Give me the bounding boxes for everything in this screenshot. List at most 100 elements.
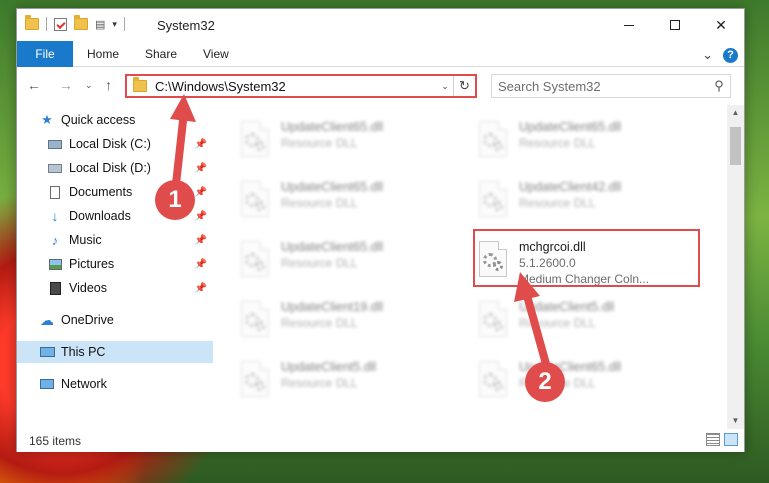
file-name: UpdateClient42.dll <box>519 180 622 194</box>
item-count: 165 items <box>29 434 82 448</box>
file-description: Resource DLL <box>281 256 358 270</box>
search-input[interactable]: Search System32 ⚲ <box>491 74 731 98</box>
dll-file-icon <box>475 299 509 341</box>
file-description: Resource DLL <box>519 196 596 210</box>
pin-icon[interactable]: 📌 <box>195 139 207 150</box>
file-description: Resource DLL <box>281 136 358 150</box>
tab-home[interactable]: Home <box>87 41 119 67</box>
list-item[interactable]: UpdateClient42.dll Resource DLL <box>475 179 705 229</box>
new-folder-icon[interactable] <box>74 15 88 30</box>
title-bar: ▤ ▾ System32 ✕ <box>17 9 744 41</box>
pin-icon[interactable]: 📌 <box>195 283 207 294</box>
sidebar-item-this-pc[interactable]: This PC <box>17 341 213 363</box>
sidebar-item-onedrive[interactable]: ☁ OneDrive <box>17 309 213 331</box>
list-item[interactable]: UpdateClient65.dllResource DLL <box>237 119 467 169</box>
maximize-button[interactable] <box>652 9 698 41</box>
sidebar-item-quick-access[interactable]: ★ Quick access <box>17 109 213 131</box>
file-name: UpdateClient65.dll <box>281 180 384 194</box>
sidebar-item-videos[interactable]: Videos 📌 <box>17 277 213 299</box>
sidebar-item-pictures[interactable]: Pictures 📌 <box>17 253 213 275</box>
list-item[interactable]: UpdateClient5.dll Resource DLL <box>475 299 705 349</box>
list-item[interactable]: UpdateClient65.dllResource DLL <box>475 119 705 169</box>
list-item[interactable]: UpdateClient65.dllResource DLL <box>475 359 705 409</box>
rename-icon[interactable]: ▤ <box>95 18 105 31</box>
dll-file-icon <box>475 119 509 161</box>
sidebar-item-label: Music <box>69 233 102 247</box>
documents-icon <box>47 185 63 199</box>
folder-icon[interactable] <box>25 15 39 30</box>
address-row: ← → ⌄ ↑ C:\Windows\System32 ⌄ ↻ Search S… <box>17 67 744 103</box>
sidebar-item-label: Downloads <box>69 209 131 223</box>
file-description: Resource DLL <box>281 196 358 210</box>
toolbar-separator <box>46 17 47 31</box>
sidebar-item-network[interactable]: Network <box>17 373 213 395</box>
vertical-scrollbar[interactable]: ▲ ▼ <box>727 105 744 429</box>
file-name: UpdateClient5.dll <box>519 300 615 314</box>
scrollbar-thumb[interactable] <box>730 127 741 165</box>
sidebar-item-label: OneDrive <box>61 313 114 327</box>
download-icon: ↓ <box>51 208 59 224</box>
dll-file-icon <box>237 359 271 401</box>
sidebar-item-label: Network <box>61 377 107 391</box>
tab-share[interactable]: Share <box>145 41 177 67</box>
refresh-icon[interactable]: ↻ <box>453 76 475 96</box>
properties-icon[interactable] <box>54 17 67 31</box>
up-arrow-icon[interactable]: ↑ <box>105 77 112 93</box>
video-icon <box>47 281 63 295</box>
address-bar[interactable]: C:\Windows\System32 ⌄ ↻ <box>125 74 477 98</box>
star-icon: ★ <box>41 112 53 127</box>
close-button[interactable]: ✕ <box>698 9 744 41</box>
pin-icon[interactable]: 📌 <box>195 235 207 246</box>
list-item[interactable]: UpdateClient65.dll Resource DLL <box>237 179 467 229</box>
file-highlight-box <box>473 229 700 287</box>
network-icon <box>39 377 55 391</box>
sidebar-item-local-disk-d[interactable]: Local Disk (D:) 📌 <box>17 157 213 179</box>
window-title: System32 <box>157 18 215 33</box>
pin-icon[interactable]: 📌 <box>195 187 207 198</box>
sidebar-item-label: This PC <box>61 345 106 359</box>
view-switcher <box>706 433 738 446</box>
dll-file-icon <box>475 179 509 221</box>
drive-icon <box>47 161 63 175</box>
recent-locations-chevron-icon[interactable]: ⌄ <box>85 80 93 91</box>
sidebar-item-music[interactable]: ♪ Music 📌 <box>17 229 213 251</box>
computer-icon <box>39 345 55 359</box>
list-item[interactable]: UpdateClient19.dll Resource DLL <box>237 299 467 349</box>
dll-file-icon <box>237 119 271 161</box>
address-dropdown-chevron-icon[interactable]: ⌄ <box>437 81 453 92</box>
search-icon[interactable]: ⚲ <box>708 78 730 94</box>
back-arrow-icon[interactable]: ← <box>27 77 41 93</box>
folder-icon <box>133 77 147 92</box>
minimize-button[interactable] <box>606 9 652 41</box>
tab-view[interactable]: View <box>203 41 229 67</box>
title-separator <box>123 17 125 31</box>
tiles-view-icon[interactable] <box>724 433 738 446</box>
tab-file[interactable]: File <box>17 41 73 67</box>
address-path[interactable]: C:\Windows\System32 <box>155 79 437 94</box>
forward-arrow-icon[interactable]: → <box>59 77 73 93</box>
quick-access-toolbar: ▤ ▾ <box>25 15 125 31</box>
maximize-icon <box>670 20 680 30</box>
expand-ribbon-chevron-icon[interactable]: ⌄ <box>702 47 713 63</box>
help-icon[interactable]: ? <box>723 47 738 63</box>
sidebar-item-label: Documents <box>69 185 133 199</box>
scroll-up-icon[interactable]: ▲ <box>727 105 744 121</box>
scroll-down-icon[interactable]: ▼ <box>727 413 744 429</box>
details-view-icon[interactable] <box>706 433 720 446</box>
sidebar-item-local-disk-c[interactable]: Local Disk (C:) 📌 <box>17 133 213 155</box>
pin-icon[interactable]: 📌 <box>195 259 207 270</box>
cloud-icon: ☁ <box>40 311 54 328</box>
list-item[interactable]: UpdateClient5.dll Resource DLL <box>237 359 467 409</box>
sidebar-item-label: Pictures <box>69 257 115 271</box>
sidebar-item-label: Local Disk (D:) <box>69 161 151 175</box>
sidebar-item-label: Quick access <box>61 113 136 127</box>
file-name: UpdateClient65.dll <box>281 240 384 254</box>
pictures-icon <box>47 257 63 271</box>
pin-icon[interactable]: 📌 <box>195 211 207 222</box>
file-description: Resource DLL <box>519 136 596 150</box>
list-item[interactable]: UpdateClient65.dll Resource DLL <box>237 239 467 289</box>
drive-icon <box>47 137 63 151</box>
pin-icon[interactable]: 📌 <box>195 163 207 174</box>
dll-file-icon <box>475 359 509 401</box>
customize-qat-chevron-icon[interactable]: ▾ <box>112 19 117 30</box>
